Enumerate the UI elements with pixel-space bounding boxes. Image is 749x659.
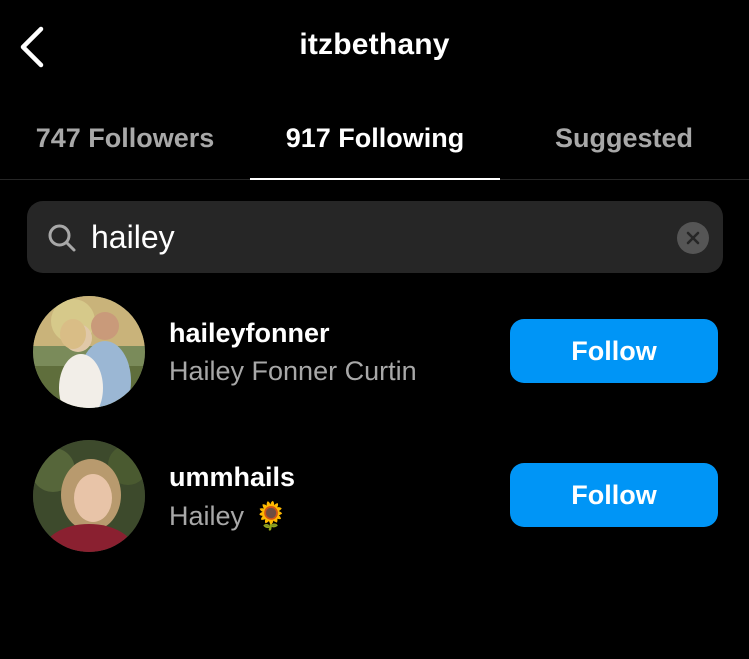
tab-following[interactable]: 917 Following (250, 96, 500, 180)
tab-suggested[interactable]: Suggested (499, 96, 749, 180)
tab-followers[interactable]: 747 Followers (0, 96, 250, 180)
sunflower-emoji: 🌻 (254, 501, 288, 531)
search-icon (48, 224, 76, 252)
avatar-photo (33, 440, 145, 552)
active-tab-indicator (250, 178, 500, 180)
following-screen: itzbethany 747 Followers 917 Following S… (0, 0, 749, 659)
full-name-text: Hailey Fonner Curtin (169, 356, 417, 386)
clear-search-button[interactable] (677, 222, 709, 254)
username[interactable]: haileyfonner (169, 318, 330, 349)
follow-button[interactable]: Follow (510, 319, 718, 383)
clear-icon (686, 231, 700, 245)
full-name: Hailey 🌻 (169, 500, 288, 532)
full-name-text: Hailey (169, 500, 245, 531)
tab-bar: 747 Followers 917 Following Suggested (0, 96, 749, 180)
username[interactable]: ummhails (169, 462, 295, 493)
list-item[interactable]: haileyfonner Hailey Fonner Curtin Follow (0, 288, 749, 418)
top-bar: itzbethany (0, 0, 749, 96)
follow-button[interactable]: Follow (510, 463, 718, 527)
search-bar[interactable] (27, 201, 723, 273)
avatar[interactable] (33, 440, 145, 552)
page-title: itzbethany (299, 28, 450, 61)
avatar[interactable] (33, 296, 145, 408)
list-item[interactable]: ummhails Hailey 🌻 Follow (0, 432, 749, 562)
avatar-photo (33, 296, 145, 408)
full-name: Hailey Fonner Curtin (169, 356, 417, 387)
search-input[interactable] (91, 211, 651, 263)
